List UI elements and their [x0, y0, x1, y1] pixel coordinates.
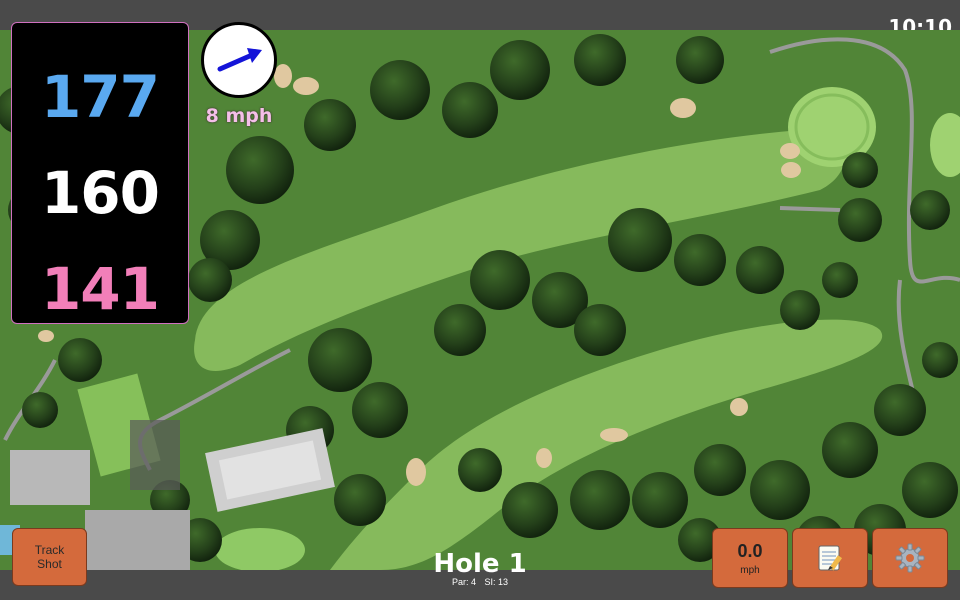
shot-speed-button[interactable]: 0.0 mph: [712, 528, 788, 588]
wind-arrow-icon: [217, 48, 262, 72]
middle-distance: 160: [40, 159, 160, 227]
back-distance: 177: [40, 63, 160, 131]
notepad-icon: [818, 545, 843, 571]
shot-speed-value: 0.0: [737, 540, 763, 561]
hole-info: Par: 4 SI: 13: [380, 577, 580, 587]
settings-button[interactable]: [872, 528, 948, 588]
wind-direction-dial: [201, 22, 277, 98]
notes-button[interactable]: [792, 528, 868, 588]
track-shot-button[interactable]: Track Shot: [12, 528, 87, 586]
shot-speed-unit: mph: [740, 564, 760, 576]
hole-stroke-index: SI: 13: [484, 577, 509, 587]
hole-par: Par: 4: [451, 577, 476, 587]
front-distance: 141: [40, 255, 160, 323]
track-shot-label-line1: Track: [34, 543, 65, 557]
distance-panel: 177 160 141: [11, 22, 189, 324]
wind-speed: 8 mph: [205, 105, 273, 127]
hole-title: Hole 1: [433, 549, 527, 579]
track-shot-label-line2: Shot: [37, 557, 62, 571]
gear-icon: [895, 543, 925, 573]
